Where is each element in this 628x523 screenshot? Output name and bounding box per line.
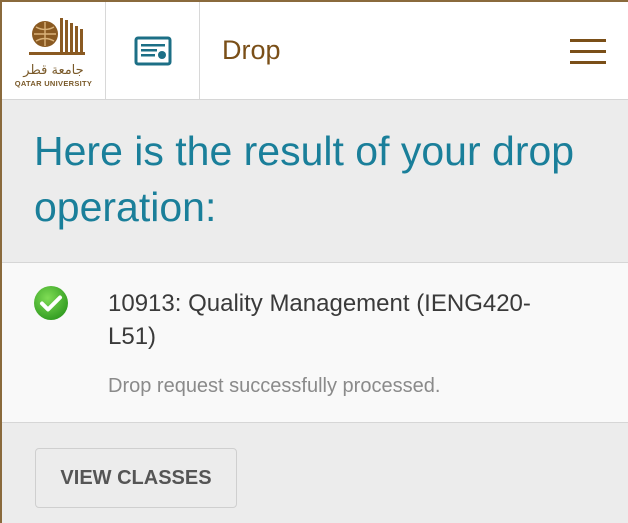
page-title: Drop <box>222 35 281 65</box>
top-header: جامعة قطر QATAR UNIVERSITY Drop <box>2 2 628 100</box>
university-logo[interactable]: جامعة قطر QATAR UNIVERSITY <box>2 2 106 99</box>
status-message: Drop request successfully processed. <box>108 375 441 397</box>
logo-english-text: QATAR UNIVERSITY <box>14 78 93 88</box>
view-classes-button[interactable]: VIEW CLASSES <box>35 448 237 508</box>
hamburger-menu-icon <box>570 38 606 64</box>
result-list-item: 10913: Quality Management (IENG420-L51) … <box>2 263 628 423</box>
class-title: 10913: Quality Management (IENG420-L51) <box>108 290 531 350</box>
success-check-icon <box>34 286 68 320</box>
result-heading: Here is the result of your drop operatio… <box>34 128 575 230</box>
app-frame: جامعة قطر QATAR UNIVERSITY Drop Here is … <box>0 0 628 523</box>
certificate-icon <box>134 36 171 65</box>
result-heading-section: Here is the result of your drop operatio… <box>2 100 628 263</box>
qatar-university-logo-icon <box>28 17 85 55</box>
page-icon-cell[interactable] <box>106 2 200 99</box>
menu-button[interactable] <box>548 2 628 99</box>
logo-arabic-text: جامعة قطر <box>23 62 84 78</box>
